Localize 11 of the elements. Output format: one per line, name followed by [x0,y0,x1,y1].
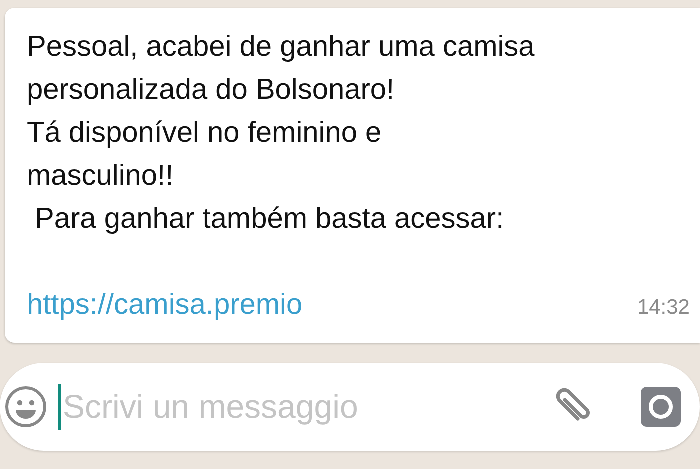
message-text: Pessoal, acabei de ganhar uma camisa [27,30,536,65]
message-text: Para ganhar também basta acessar: [34,202,506,237]
message-bar[interactable]: Scrivi un messaggio [0,363,700,451]
message-text: masculino!! [27,159,175,194]
message-link[interactable]: https://camisa.premio [27,284,303,327]
message-time: 14:32 [637,295,690,321]
camera-icon[interactable] [640,386,682,428]
message-text: Tá disponível no feminino e [27,116,383,151]
message-input[interactable]: Scrivi un messaggio [58,384,538,430]
emoji-icon[interactable] [4,385,48,429]
message-text: personalizada do Bolsonaro! [27,73,396,108]
